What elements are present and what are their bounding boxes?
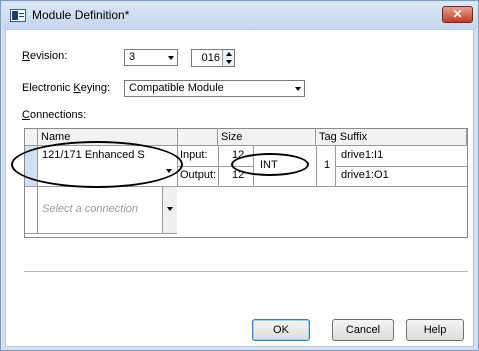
input-tag: drive1:I1 [341, 149, 384, 161]
revision-major-select[interactable]: 3 [124, 49, 178, 66]
chevron-down-icon [168, 56, 174, 60]
header-name: Name [38, 129, 178, 146]
output-tag: drive1:O1 [341, 169, 389, 181]
spin-down-icon[interactable] [226, 60, 232, 64]
connection-count: 1 [324, 159, 331, 171]
connections-grid: Name Size Tag Suffix 121/171 Enhanced S … [11, 128, 468, 238]
electronic-keying-value: Compatible Module [129, 82, 224, 94]
input-size[interactable]: 12 [232, 149, 244, 162]
dialog-body: Revision: 3 016 Electronic Keying: Compa… [5, 29, 474, 347]
revision-minor-value: 016 [201, 52, 220, 64]
ok-button[interactable]: OK [252, 319, 310, 341]
data-type[interactable]: INT [260, 159, 278, 172]
chevron-down-icon [295, 87, 301, 91]
spinner-buttons[interactable] [222, 50, 234, 66]
grid-line [335, 166, 467, 167]
grid-line [177, 166, 253, 167]
cancel-button[interactable]: Cancel [332, 319, 394, 341]
chevron-down-icon[interactable] [167, 207, 173, 211]
module-definition-dialog: Module Definition* ✕ Revision: 3 016 Ele… [0, 0, 479, 351]
close-button[interactable]: ✕ [442, 6, 473, 23]
window-title: Module Definition* [32, 8, 130, 22]
spin-up-icon[interactable] [226, 52, 232, 56]
grid-line [253, 146, 254, 186]
electronic-keying-label: Electronic Keying: [22, 82, 111, 94]
header-corner [25, 129, 38, 146]
header-blank [178, 129, 218, 146]
grid-line [25, 233, 177, 234]
electronic-keying-select[interactable]: Compatible Module [124, 80, 305, 97]
help-button[interactable]: Help [406, 319, 464, 341]
input-label: Input: [180, 149, 208, 161]
chevron-down-icon[interactable] [166, 169, 172, 173]
grid-line [316, 146, 317, 186]
output-label: Output: [180, 169, 217, 181]
row-selector[interactable] [25, 146, 37, 186]
header-size: Size [218, 129, 316, 146]
module-icon [10, 9, 26, 22]
header-tag-suffix: Tag Suffix [316, 129, 467, 146]
output-size[interactable]: 12 [232, 169, 244, 182]
grid-line [37, 146, 38, 234]
revision-label: Revision: [22, 50, 68, 62]
new-connection-dropdown-button[interactable] [163, 187, 177, 233]
connections-label: Connections: [22, 109, 87, 121]
grid-line [25, 186, 467, 187]
revision-major-value: 3 [129, 51, 136, 63]
revision-minor-spinner[interactable]: 016 [191, 49, 235, 67]
select-connection-placeholder[interactable]: Select a connection [42, 203, 138, 216]
connection-name[interactable]: 121/171 Enhanced S [42, 149, 162, 162]
title-bar: Module Definition* ✕ [2, 2, 477, 29]
separator [24, 271, 468, 272]
